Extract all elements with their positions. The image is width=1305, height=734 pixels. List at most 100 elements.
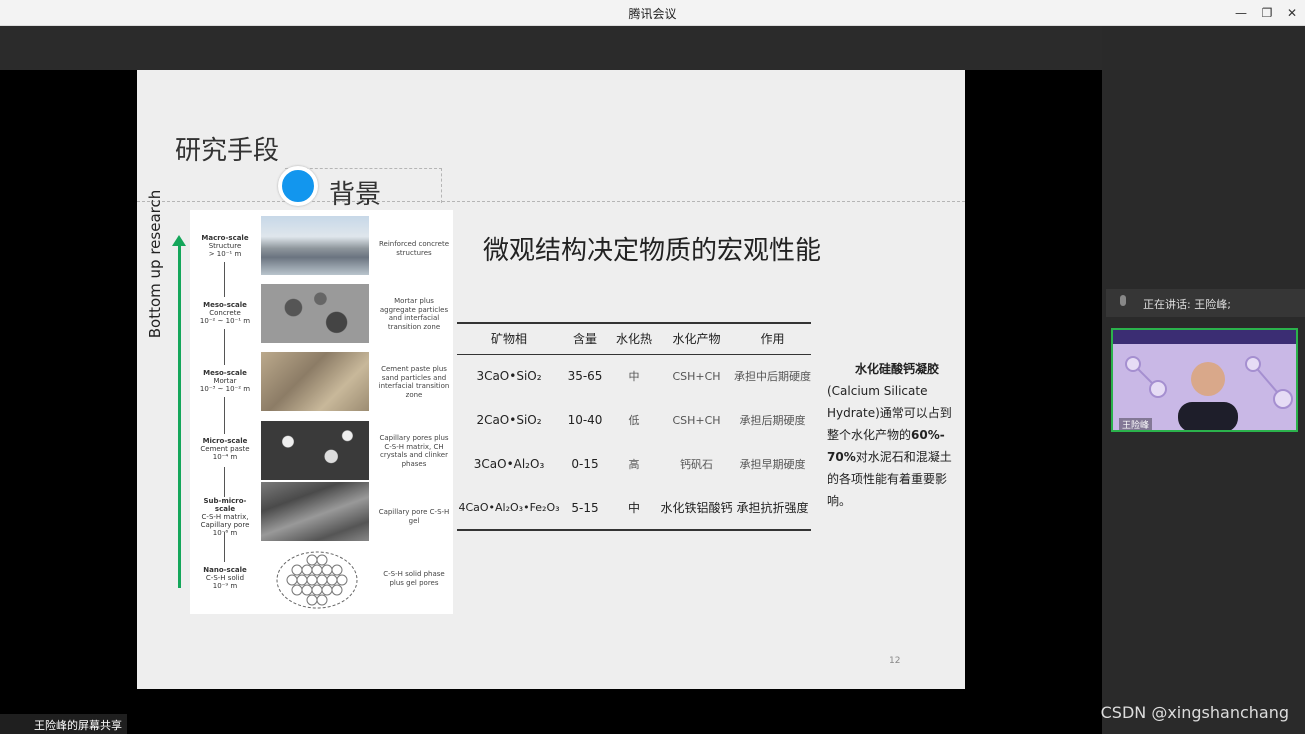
page-number: 12 bbox=[889, 656, 901, 666]
scale-size: 10⁻⁴ m bbox=[212, 453, 238, 461]
participant-video[interactable]: 王险峰 bbox=[1111, 328, 1298, 432]
mineral-table: 矿物相 含量 水化热 水化产物 作用 3CaO•SiO₂ 35-65 中 CSH… bbox=[457, 322, 811, 531]
scale-label: Micro-scale Cement paste 10⁻⁴ m bbox=[194, 437, 256, 461]
table-row: 3CaO•Al₂O₃ 0-15 高 钙矾石 承担早期硬度 bbox=[457, 442, 811, 486]
note-line: (Calcium Silicate bbox=[827, 384, 928, 398]
speaker-face bbox=[1191, 362, 1225, 396]
scale-label: Sub-micro-scale C-S-H matrix, Capillary … bbox=[194, 497, 256, 537]
vertical-axis-label: Bottom up research bbox=[146, 189, 164, 339]
speaking-text: 正在讲话: 王险峰; bbox=[1143, 298, 1231, 311]
title-bar: 腾讯会议 — ❐ ✕ bbox=[0, 0, 1305, 26]
note-line: 整个水化产物的 bbox=[827, 428, 912, 442]
column-header: 矿物相 bbox=[457, 322, 561, 355]
mortar-image bbox=[261, 352, 369, 411]
scale-arrow bbox=[224, 467, 225, 497]
table-cell: 中 bbox=[628, 369, 640, 383]
scale-description: Capillary pores plus C-S-H matrix, CH cr… bbox=[379, 434, 449, 468]
scale-arrow bbox=[224, 329, 225, 365]
speaker-body bbox=[1178, 402, 1238, 430]
scale-label: Macro-scale Structure > 10⁻¹ m bbox=[194, 234, 256, 258]
table-cell: 5-15 bbox=[561, 486, 609, 531]
scale-size: 10⁻⁹ m bbox=[212, 582, 238, 590]
presentation-slide: 研究手段 背景 Bottom up research Macro-scale S… bbox=[137, 70, 965, 689]
table-cell: 低 bbox=[628, 413, 640, 427]
scale-name: Nano-scale bbox=[203, 566, 247, 574]
video-banner bbox=[1113, 330, 1296, 344]
scale-description: C-S-H solid phase plus gel pores bbox=[383, 570, 445, 587]
scale-arrow bbox=[224, 397, 225, 434]
close-button[interactable]: ✕ bbox=[1281, 3, 1303, 23]
participant-name: 王险峰 bbox=[1119, 418, 1153, 430]
minimize-button[interactable]: — bbox=[1230, 3, 1252, 23]
scale-size: > 10⁻¹ m bbox=[208, 250, 242, 258]
csh-note: 水化硅酸钙凝胶 (Calcium Silicate Hydrate)通常可以占到… bbox=[827, 358, 967, 512]
cement-paste-image bbox=[261, 421, 369, 480]
watermark: CSDN @xingshanchang bbox=[1100, 703, 1289, 722]
table-cell: 水化铁铝酸钙 bbox=[659, 486, 734, 531]
scale-sub: Concrete bbox=[209, 309, 241, 317]
nano-structure-image bbox=[276, 551, 358, 609]
scale-description: Mortar plus aggregate particles and inte… bbox=[379, 297, 449, 331]
window-title: 腾讯会议 bbox=[628, 7, 677, 21]
scale-label: Meso-scale Concrete 10⁻² ~ 10⁻¹ m bbox=[194, 301, 256, 325]
table-cell: 承担后期硬度 bbox=[739, 413, 806, 427]
table-cell: 高 bbox=[628, 457, 640, 471]
tab-label: 背景 bbox=[329, 180, 382, 210]
speaking-indicator: 正在讲话: 王险峰; bbox=[1106, 289, 1305, 317]
table-cell: 2CaO•SiO₂ bbox=[476, 413, 542, 427]
up-arrow-icon bbox=[172, 235, 186, 246]
stage-top-band bbox=[0, 26, 1102, 70]
table-cell: 3CaO•Al₂O₃ bbox=[473, 457, 545, 471]
scale-description: Reinforced concrete structures bbox=[378, 240, 450, 257]
dam-image bbox=[261, 216, 369, 275]
mic-icon bbox=[1120, 295, 1126, 306]
note-line: 的各项性能有着重要影响。 bbox=[827, 472, 948, 508]
column-header: 含量 bbox=[561, 322, 609, 355]
scale-label: Meso-scale Mortar 10⁻³ ~ 10⁻² m bbox=[194, 369, 256, 393]
up-arrow-shaft bbox=[178, 242, 181, 588]
note-highlight: 60%- bbox=[911, 428, 945, 442]
column-header: 水化产物 bbox=[659, 322, 734, 355]
scale-name: Micro-scale bbox=[202, 437, 248, 445]
table-row: 4CaO•Al₂O₃•Fe₂O₃ 5-15 中 水化铁铝酸钙 承担抗折强度 bbox=[457, 486, 811, 531]
scale-name: Meso-scale bbox=[203, 369, 247, 377]
scale-size: 10⁻³ ~ 10⁻² m bbox=[199, 385, 251, 393]
multiscale-figure: Macro-scale Structure > 10⁻¹ m Reinforce… bbox=[190, 210, 453, 614]
slide-divider bbox=[137, 201, 965, 202]
table-row: 3CaO•SiO₂ 35-65 中 CSH+CH 承担中后期硬度 bbox=[457, 354, 811, 398]
table-cell: 10-40 bbox=[567, 413, 603, 427]
table-cell: 钙矾石 bbox=[680, 457, 713, 471]
slide-title: 研究手段 bbox=[175, 136, 280, 166]
table-cell: 承担早期硬度 bbox=[739, 457, 806, 471]
slide-headline: 微观结构决定物质的宏观性能 bbox=[483, 236, 822, 266]
note-highlight: 70% bbox=[827, 450, 856, 464]
scale-sub: Structure bbox=[208, 242, 242, 250]
csh-matrix-image bbox=[261, 482, 369, 541]
scale-name: Macro-scale bbox=[201, 234, 249, 242]
note-line: 对水泥石和混凝土 bbox=[855, 450, 952, 464]
scale-sub: Cement paste bbox=[200, 445, 250, 453]
table-header-row: 矿物相 含量 水化热 水化产物 作用 bbox=[457, 322, 811, 355]
scale-description: Cement paste plus sand particles and int… bbox=[378, 365, 450, 399]
table-cell: 中 bbox=[609, 486, 659, 531]
scale-size: 10⁻² ~ 10⁻¹ m bbox=[199, 317, 251, 325]
table-row: 2CaO•SiO₂ 10-40 低 CSH+CH 承担后期硬度 bbox=[457, 398, 811, 442]
scale-arrow bbox=[224, 532, 225, 562]
scale-name: Meso-scale bbox=[203, 301, 247, 309]
scale-arrow bbox=[224, 262, 225, 297]
scale-sub: C-S-H solid bbox=[205, 574, 245, 582]
scale-sub: C-S-H matrix, Capillary pore bbox=[200, 513, 250, 529]
bullet-dot-icon bbox=[278, 166, 318, 206]
table-cell: 35-65 bbox=[567, 369, 603, 384]
scale-sub: Mortar bbox=[213, 377, 237, 385]
restore-button[interactable]: ❐ bbox=[1256, 3, 1278, 23]
column-header: 水化热 bbox=[609, 322, 659, 355]
column-header: 作用 bbox=[734, 322, 811, 355]
table-cell: CSH+CH bbox=[672, 413, 721, 427]
table-cell: 0-15 bbox=[571, 457, 599, 471]
table-cell: 4CaO•Al₂O₃•Fe₂O₃ bbox=[457, 486, 561, 531]
scale-description: Capillary pore C-S-H gel bbox=[378, 508, 450, 525]
table-cell: CSH+CH bbox=[672, 369, 721, 383]
concrete-image bbox=[261, 284, 369, 343]
screen-share-label[interactable]: 王险峰的屏幕共享 bbox=[0, 714, 127, 734]
